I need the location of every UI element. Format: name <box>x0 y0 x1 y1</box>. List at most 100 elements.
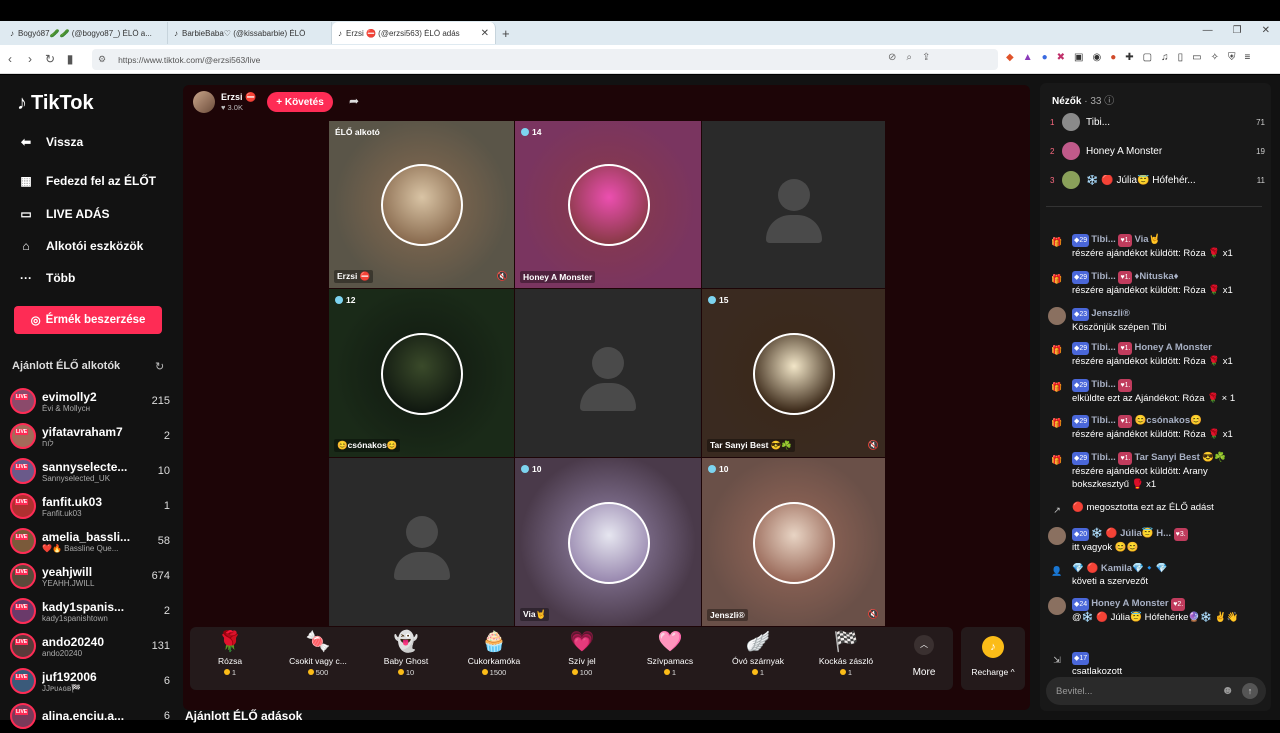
chat-message[interactable]: ◆20 ❄️ 🔴 Júlia😇 H... ♥3. itt vagyok 😊😊 <box>1048 527 1266 554</box>
creator-item[interactable]: LIVE amelia_bassli... ❤️🔥 Bassline Que... 5… <box>10 524 170 558</box>
chat-message[interactable]: ↗ 🔴 megosztotta ezt az ÉLŐ adást <box>1048 501 1266 519</box>
tiktok-logo[interactable]: ♪ TikTok <box>17 92 94 115</box>
gift-item[interactable]: 👻 Baby Ghost 10 <box>366 628 446 688</box>
creator-avatar: LIVE <box>10 668 36 694</box>
browser-tab-1[interactable]: ♪ Bogyó87🥒🥒 (@bogyo87_) ÉLŐ a... <box>4 22 168 44</box>
back-nav-icon[interactable]: ‹ <box>0 52 20 66</box>
chat-message[interactable]: 🎁 ◆29 Tibi... ♥1. elküldte ezt az Ajándékot… <box>1048 378 1266 405</box>
get-coins-button[interactable]: ◎ Érmék beszerzése <box>14 306 162 334</box>
top-viewer-row[interactable]: 1 Tibi... 71 <box>1050 112 1265 132</box>
share-page-icon[interactable]: ⇪ <box>922 52 930 63</box>
guest-tile[interactable]: 10 Via🤘 <box>515 458 701 626</box>
rewards-icon[interactable]: ▲ <box>1023 52 1033 63</box>
host-avatar[interactable] <box>193 91 215 113</box>
guest-tile[interactable] <box>515 289 701 457</box>
more-gifts-button[interactable]: ︿ More <box>904 635 944 678</box>
info-icon[interactable]: ⓘ <box>1104 96 1114 107</box>
chat-message[interactable]: 🎁 ◆29 Tibi... ♥1. Via🤘 részére ajándékot kül… <box>1048 233 1266 260</box>
forward-nav-icon[interactable]: › <box>20 52 40 66</box>
guest-tile[interactable]: ÉLŐ alkotó Erzsi ⛔ 🔇 <box>329 121 514 288</box>
top-viewer-row[interactable]: 3 ❄️ 🔴 Júlia😇 Hófehér... 11 <box>1050 170 1265 190</box>
browser-tab-3[interactable]: ♪ Erzsi ⛔ (@erzsi563) ÉLŐ adás ✕ <box>332 22 496 44</box>
chat-message[interactable]: 🎁 ◆29 Tibi... ♥1. ♦Nituska♦ részére ajándéko… <box>1048 270 1266 297</box>
gift-item[interactable]: 🍬 Csokit vagy c... 500 <box>278 628 358 688</box>
guest-tile[interactable]: 15 Tar Sanyi Best 😎☘️ 🔇 <box>702 289 885 457</box>
new-tab-icon[interactable]: + <box>502 26 510 41</box>
ext-icon[interactable]: ▢ <box>1143 52 1152 63</box>
ext-icon[interactable]: ✖ <box>1057 52 1065 63</box>
viewer-count: 58 <box>157 535 170 547</box>
close-tab-icon[interactable]: ✕ <box>481 28 489 39</box>
gift-item[interactable]: 🩷 Szívpamacs 1 <box>630 628 710 688</box>
brave-shield-icon[interactable]: ◆ <box>1006 52 1014 63</box>
guest-tile[interactable]: 14 Honey A Monster <box>515 121 701 288</box>
wallet-icon[interactable]: ▭ <box>1192 52 1201 63</box>
creator-item[interactable]: LIVE yeahjwill YEAHH.JWILL 674 <box>10 559 170 593</box>
sidebar-toggle-icon[interactable]: ▯ <box>1178 52 1184 63</box>
creator-item[interactable]: LIVE sannyselecte... Sannyselected_UK 10 <box>10 454 170 488</box>
guest-tile[interactable] <box>702 121 885 288</box>
creator-item[interactable]: LIVE kady1spanis... kady1spanishtown 2 <box>10 594 170 628</box>
emoji-icon[interactable]: ☻ <box>1221 683 1234 697</box>
nav-live[interactable]: ▭ LIVE ADÁS <box>18 207 109 221</box>
share-icon[interactable]: ➦ <box>349 94 359 108</box>
puzzle-icon[interactable]: ✚ <box>1125 52 1133 63</box>
gift-name: Szívpamacs <box>646 656 694 666</box>
ext-icon[interactable]: ◉ <box>1093 52 1102 63</box>
restore-icon[interactable]: ❐ <box>1233 25 1242 36</box>
vpn-icon[interactable]: ⛨ <box>1228 52 1236 63</box>
creator-item[interactable]: LIVE fanfit.uk03 Fanfit.uk03 1 <box>10 489 170 523</box>
viewers-header[interactable]: Nézők · 33 ⓘ <box>1052 92 1114 107</box>
refresh-icon[interactable]: ↻ <box>155 360 164 373</box>
guest-tile[interactable]: 12 😊csónakos😊 <box>329 289 514 457</box>
creator-item[interactable]: LIVE evimolly2 Évi & Mollyсн 215 <box>10 384 170 418</box>
nav-explore-live[interactable]: ▦ Fedezd fel az ÉLŐT <box>18 174 156 188</box>
gift-item[interactable]: 🧁 Cukorkamóka 1500 <box>454 628 534 688</box>
coin-icon <box>663 669 670 675</box>
host-info[interactable]: Erzsi ⛔ ♥ 3.0K <box>193 91 256 113</box>
nav-creator-tools[interactable]: ⌂ Alkotói eszközök <box>18 239 143 253</box>
bookmark-icon[interactable]: ▮ <box>60 52 80 66</box>
recharge-button[interactable]: ♪ Recharge ^ <box>961 627 1025 690</box>
url-field[interactable]: ⚙ https://www.tiktok.com/@erzsi563/live <box>92 49 998 70</box>
nav-back[interactable]: ⬅ Vissza <box>18 135 83 149</box>
creator-item[interactable]: LIVE yifatavraham7 לוח 2 <box>10 419 170 453</box>
site-settings-icon[interactable]: ⚙ <box>98 54 106 65</box>
ext-icon[interactable]: ▣ <box>1074 52 1083 63</box>
ai-icon[interactable]: ✧ <box>1211 52 1219 63</box>
message-text: részére ajándékot küldött: Róza 🌹 x1 <box>1072 429 1233 440</box>
creator-item[interactable]: LIVE juf192006 JJᴘᴜᴀɢʙ🏁 6 <box>10 664 170 698</box>
chat-message[interactable]: 🎁 ◆29 Tibi... ♥1. Honey A Monster részére aj… <box>1048 341 1266 368</box>
guest-tile[interactable] <box>329 458 514 626</box>
ext-icon[interactable]: ● <box>1042 52 1048 63</box>
chat-message[interactable]: ⇲ ◆17 csatlakozott <box>1048 651 1266 678</box>
music-icon[interactable]: ♫ <box>1161 52 1169 63</box>
gift-item[interactable]: 🌹 Rózsa 1 <box>190 628 270 688</box>
browser-tab-2[interactable]: ♪ BarbieBaba♡ (@kissabarbie) ÉLŐ <box>168 22 332 44</box>
gift-name: Baby Ghost <box>383 656 429 666</box>
follow-button[interactable]: + Követés <box>267 92 333 112</box>
chat-message[interactable]: ◆23 Jenszli® Köszönjük szépen Tibi <box>1048 307 1266 334</box>
reload-icon[interactable]: ↻ <box>40 52 60 66</box>
top-viewer-row[interactable]: 2 Honey A Monster 19 <box>1050 141 1265 161</box>
chat-message[interactable]: 👤 💎 🔴 Kamila💎🔹💎 követi a szervezőt <box>1048 562 1266 588</box>
menu-icon[interactable]: ≡ <box>1244 52 1250 63</box>
gift-item[interactable]: 🏁 Kockás zászló 1 <box>806 628 886 688</box>
minimize-icon[interactable]: — <box>1203 25 1213 36</box>
send-icon[interactable]: ↑ <box>1242 683 1258 699</box>
translate-icon[interactable]: ⊘ <box>888 52 896 63</box>
chat-input[interactable]: Bevitel... ☻ ↑ <box>1046 677 1266 705</box>
zoom-icon[interactable]: ⌕ <box>906 52 912 63</box>
nav-more[interactable]: ··· Több <box>18 271 75 285</box>
guest-tile[interactable]: 10 Jenszli® 🔇 <box>702 458 885 626</box>
gift-item[interactable]: 💗 Szív jel 100 <box>542 628 622 688</box>
close-window-icon[interactable]: ✕ <box>1262 25 1270 36</box>
live-badge: LIVE <box>15 709 29 715</box>
gift-item[interactable]: 🪽 Óvó szárnyak 1 <box>718 628 798 688</box>
creator-item[interactable]: LIVE ando20240 ando20240 131 <box>10 629 170 663</box>
chat-message[interactable]: ◆24 Honey A Monster ♥2. @❄️ 🔴 Júlia😇 Hófeh… <box>1048 597 1266 624</box>
chat-message[interactable]: 🎁 ◆29 Tibi... ♥1. Tar Sanyi Best 😎☘️ részére… <box>1048 451 1266 491</box>
creator-item[interactable]: LIVE alina.enciu.a... 6 <box>10 699 170 733</box>
ext-icon[interactable]: ● <box>1110 52 1116 63</box>
chat-message[interactable]: 🎁 ◆29 Tibi... ♥1. 😊csónakos😊 részére ajándék… <box>1048 414 1266 441</box>
